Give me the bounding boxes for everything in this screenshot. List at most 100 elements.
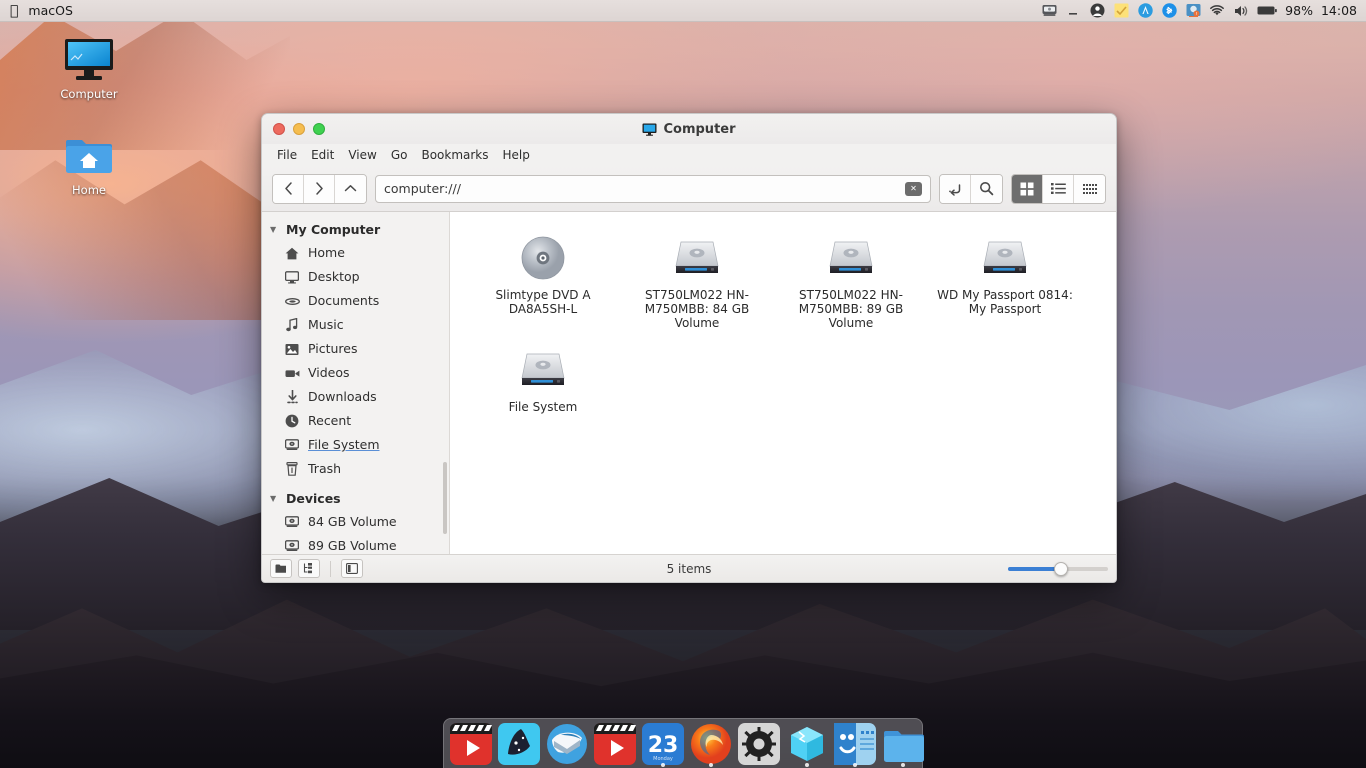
- navigation-button-group: [272, 173, 367, 204]
- window-menubar: File Edit View Go Bookmarks Help: [262, 144, 1116, 166]
- chevron-down-icon[interactable]: ▼: [270, 494, 280, 503]
- bluetooth-icon[interactable]: [1161, 3, 1177, 19]
- apple-logo-icon[interactable]: : [10, 4, 18, 18]
- menu-view[interactable]: View: [341, 146, 383, 164]
- dock-running-indicator: [853, 762, 857, 767]
- sidebar-item-desktop[interactable]: Desktop: [262, 265, 449, 289]
- sidebar-section-devices[interactable]: ▼ Devices: [262, 487, 449, 510]
- sidebar: ▼ My Computer Home Desktop Documents Mus…: [262, 212, 450, 554]
- sidebar-item-recent[interactable]: Recent: [262, 409, 449, 433]
- file-item-label: ST750LM022 HN-M750MBB: 84 GB Volume: [644, 288, 750, 330]
- sidebar-section-label: Devices: [286, 491, 341, 506]
- notes-icon[interactable]: [1113, 3, 1129, 19]
- status-bar: 5 items: [262, 554, 1116, 582]
- toggle-sidebar-button[interactable]: [341, 559, 363, 578]
- update-manager-icon[interactable]: !: [1185, 3, 1201, 19]
- dock-app-media-player[interactable]: [449, 722, 493, 766]
- compact-view-button[interactable]: [1074, 174, 1105, 203]
- view-mode-button-group: [1011, 173, 1106, 204]
- sidebar-item-downloads[interactable]: Downloads: [262, 385, 449, 409]
- svg-text:Monday: Monday: [653, 756, 673, 762]
- file-list-view: Slimtype DVD A DA8A5SH-L ST750LM022 HN-M…: [450, 212, 1116, 554]
- sidebar-item-pictures[interactable]: Pictures: [262, 337, 449, 361]
- tree-view-button[interactable]: [298, 559, 320, 578]
- minimize-button[interactable]: [293, 123, 305, 135]
- dock-app-firefox[interactable]: [689, 722, 733, 767]
- window-controls: [273, 123, 325, 135]
- menu-help[interactable]: Help: [496, 146, 537, 164]
- file-item-84gb-volume[interactable]: ST750LM022 HN-M750MBB: 84 GB Volume: [620, 226, 774, 338]
- sidebar-scrollbar[interactable]: [443, 462, 447, 534]
- desktop-icon-home[interactable]: Home: [44, 132, 134, 197]
- sidebar-item-label: Downloads: [308, 389, 377, 404]
- sidebar-item-trash[interactable]: Trash: [262, 457, 449, 481]
- file-item-wd-my-passport[interactable]: WD My Passport 0814: My Passport: [928, 226, 1082, 338]
- clear-icon[interactable]: ✕: [905, 181, 922, 196]
- sidebar-item-home[interactable]: Home: [262, 241, 449, 265]
- grid-view-button[interactable]: [1012, 174, 1043, 203]
- wifi-icon[interactable]: [1209, 3, 1225, 19]
- computer-monitor-icon: [642, 123, 657, 136]
- system-tray: ! 98% 14:08: [1041, 3, 1366, 19]
- zoom-slider-knob[interactable]: [1054, 561, 1068, 576]
- volume-icon[interactable]: [1233, 3, 1249, 19]
- user-account-icon[interactable]: [1089, 3, 1105, 19]
- sidebar-item-music[interactable]: Music: [262, 313, 449, 337]
- menu-go[interactable]: Go: [384, 146, 415, 164]
- system-menu-bar:  macOS ! 98% 14:: [0, 0, 1366, 22]
- home-folder-icon: [44, 132, 134, 180]
- close-button[interactable]: [273, 123, 285, 135]
- dock-app-files[interactable]: [881, 722, 925, 767]
- sidebar-item-documents[interactable]: Documents: [262, 289, 449, 313]
- chevron-down-icon[interactable]: ▼: [270, 225, 280, 234]
- desktop-icon-computer[interactable]: Computer: [44, 36, 134, 101]
- menu-bookmarks[interactable]: Bookmarks: [414, 146, 495, 164]
- music-note-icon: [284, 317, 300, 333]
- battery-percent-label: 98%: [1285, 3, 1313, 18]
- back-button[interactable]: [273, 174, 304, 203]
- sidebar-item-file-system[interactable]: File System: [262, 433, 449, 457]
- menu-file[interactable]: File: [270, 146, 304, 164]
- dock-running-indicator: [709, 762, 713, 767]
- dock-app-calendar[interactable]: 23 Monday: [641, 722, 685, 767]
- minimize-icon[interactable]: [1065, 3, 1081, 19]
- zoom-slider[interactable]: [1008, 561, 1108, 577]
- menu-edit[interactable]: Edit: [304, 146, 341, 164]
- dock-app-media-player-2[interactable]: [593, 722, 637, 766]
- maximize-button[interactable]: [313, 123, 325, 135]
- dock-app-settings[interactable]: [737, 722, 781, 766]
- sidebar-item-84gb-volume[interactable]: 84 GB Volume: [262, 510, 449, 534]
- list-view-button[interactable]: [1043, 174, 1074, 203]
- sidebar-item-label: Music: [308, 317, 344, 332]
- sidebar-item-videos[interactable]: Videos: [262, 361, 449, 385]
- dock: 23 Monday: [443, 718, 925, 768]
- status-divider: [330, 560, 331, 577]
- window-title-label: Computer: [663, 121, 736, 137]
- dock-app-virtualbox[interactable]: [785, 722, 829, 767]
- dock-app-wizard[interactable]: [497, 722, 541, 766]
- up-button[interactable]: [335, 174, 366, 203]
- harddrive-icon: [672, 232, 722, 280]
- sidebar-item-89gb-volume[interactable]: 89 GB Volume: [262, 534, 449, 554]
- home-icon: [284, 245, 300, 261]
- dock-app-users[interactable]: [833, 722, 877, 767]
- location-bar[interactable]: computer:/// ✕: [375, 174, 931, 203]
- appstore-icon[interactable]: [1137, 3, 1153, 19]
- hdd-icon[interactable]: [1041, 3, 1057, 19]
- file-item-89gb-volume[interactable]: ST750LM022 HN-M750MBB: 89 GB Volume: [774, 226, 928, 338]
- file-item-file-system[interactable]: File System: [466, 338, 620, 422]
- harddrive-icon: [518, 344, 568, 392]
- window-title-area: Computer: [262, 122, 1116, 137]
- forward-button[interactable]: [304, 174, 335, 203]
- dock-app-thunderbird[interactable]: [545, 722, 589, 766]
- window-titlebar[interactable]: Computer: [262, 114, 1116, 144]
- reload-button[interactable]: [940, 174, 971, 203]
- battery-icon[interactable]: [1257, 3, 1277, 19]
- file-item-optical-drive[interactable]: Slimtype DVD A DA8A5SH-L: [466, 226, 620, 338]
- places-view-button[interactable]: [270, 559, 292, 578]
- search-button[interactable]: [971, 174, 1002, 203]
- svg-text:!: !: [1196, 11, 1197, 16]
- sidebar-section-my-computer[interactable]: ▼ My Computer: [262, 218, 449, 241]
- location-value: computer:///: [384, 181, 461, 196]
- sidebar-item-label: Pictures: [308, 341, 358, 356]
